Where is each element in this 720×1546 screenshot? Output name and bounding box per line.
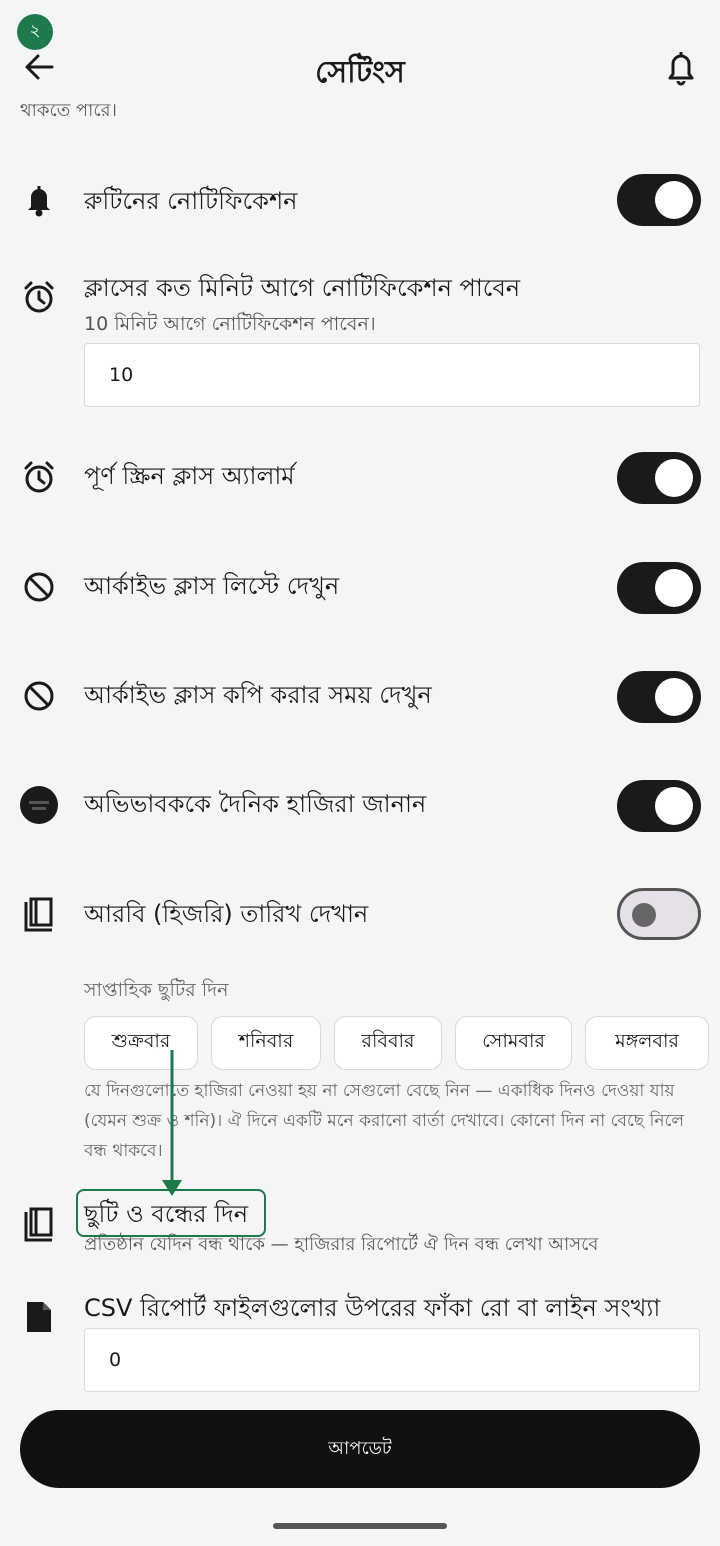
app-bar: সেটিংস [0, 40, 720, 96]
archive-copy-toggle[interactable] [617, 671, 701, 723]
weekly-holiday-label: সাপ্তাহিক ছুটির দিন [84, 979, 229, 1001]
setting-label: আর্কাইভ ক্লাস কপি করার সময় দেখুন [84, 681, 432, 709]
book-icon [20, 896, 58, 934]
home-indicator [273, 1523, 447, 1529]
setting-hijri-date: আরবি (হিজরি) তারিখ দেখান [0, 888, 720, 944]
setting-label: CSV রিপোর্ট ফাইলগুলোর উপরের ফাঁকা রো বা … [84, 1294, 661, 1322]
setting-description: 10 মিনিট আগে নোটিফিকেশন পাবেন। [84, 313, 376, 335]
day-chip-tuesday[interactable]: মঙ্গলবার [585, 1016, 709, 1070]
setting-label: পূর্ণ স্ক্রিন ক্লাস অ্যালার্ম [84, 462, 295, 490]
bell-filled-icon [20, 181, 58, 219]
page-title: সেটিংস [315, 55, 405, 90]
update-button[interactable]: আপডেট [20, 1410, 700, 1488]
archive-list-toggle[interactable] [617, 562, 701, 614]
setting-notify-minutes: ক্লাসের কত মিনিট আগে নোটিফিকেশন পাবেন 10… [0, 270, 720, 410]
setting-archive-copy: আর্কাইভ ক্লাস কপি করার সময় দেখুন [0, 669, 720, 725]
arrow-down-icon [162, 1050, 182, 1196]
alarm-clock-icon [20, 278, 58, 316]
setting-label: অভিভাবককে দৈনিক হাজিরা জানান [84, 790, 427, 818]
setting-label: আর্কাইভ ক্লাস লিস্টে দেখুন [84, 572, 340, 600]
day-chip-monday[interactable]: সোমবার [455, 1016, 572, 1070]
setting-routine-notification: রুটিনের নোটিফিকেশন [0, 172, 720, 228]
bell-icon[interactable] [664, 48, 698, 86]
setting-fullscreen-alarm: পূর্ণ স্ক্রিন ক্লাস অ্যালার্ম [0, 450, 720, 506]
routine-notification-toggle[interactable] [617, 174, 701, 226]
notify-minutes-input[interactable]: 10 [84, 343, 700, 407]
setting-label: ক্লাসের কত মিনিট আগে নোটিফিকেশন পাবেন [84, 274, 521, 302]
app-logo-icon [20, 786, 58, 824]
file-icon [20, 1298, 58, 1336]
day-chip-saturday[interactable]: শনিবার [211, 1016, 321, 1070]
guardian-attendance-toggle[interactable] [617, 780, 701, 832]
setting-csv-rows: CSV রিপোর্ট ফাইলগুলোর উপরের ফাঁকা রো বা … [0, 1290, 720, 1392]
fullscreen-alarm-toggle[interactable] [617, 452, 701, 504]
blocked-icon [20, 677, 58, 715]
csv-rows-input[interactable]: 0 [84, 1328, 700, 1392]
setting-label: আরবি (হিজরি) তারিখ দেখান [84, 900, 369, 928]
hijri-date-toggle[interactable] [617, 888, 701, 940]
day-chip-sunday[interactable]: রবিবার [334, 1016, 442, 1070]
book-icon [20, 1206, 58, 1244]
setting-archive-list: আর্কাইভ ক্লাস লিস্টে দেখুন [0, 560, 720, 616]
setting-guardian-attendance: অভিভাবককে দৈনিক হাজিরা জানান [0, 778, 720, 834]
blocked-icon [20, 568, 58, 606]
alarm-clock-icon [20, 458, 58, 496]
truncated-description: থাকতে পারে। [20, 104, 117, 121]
setting-label: রুটিনের নোটিফিকেশন [84, 187, 298, 215]
